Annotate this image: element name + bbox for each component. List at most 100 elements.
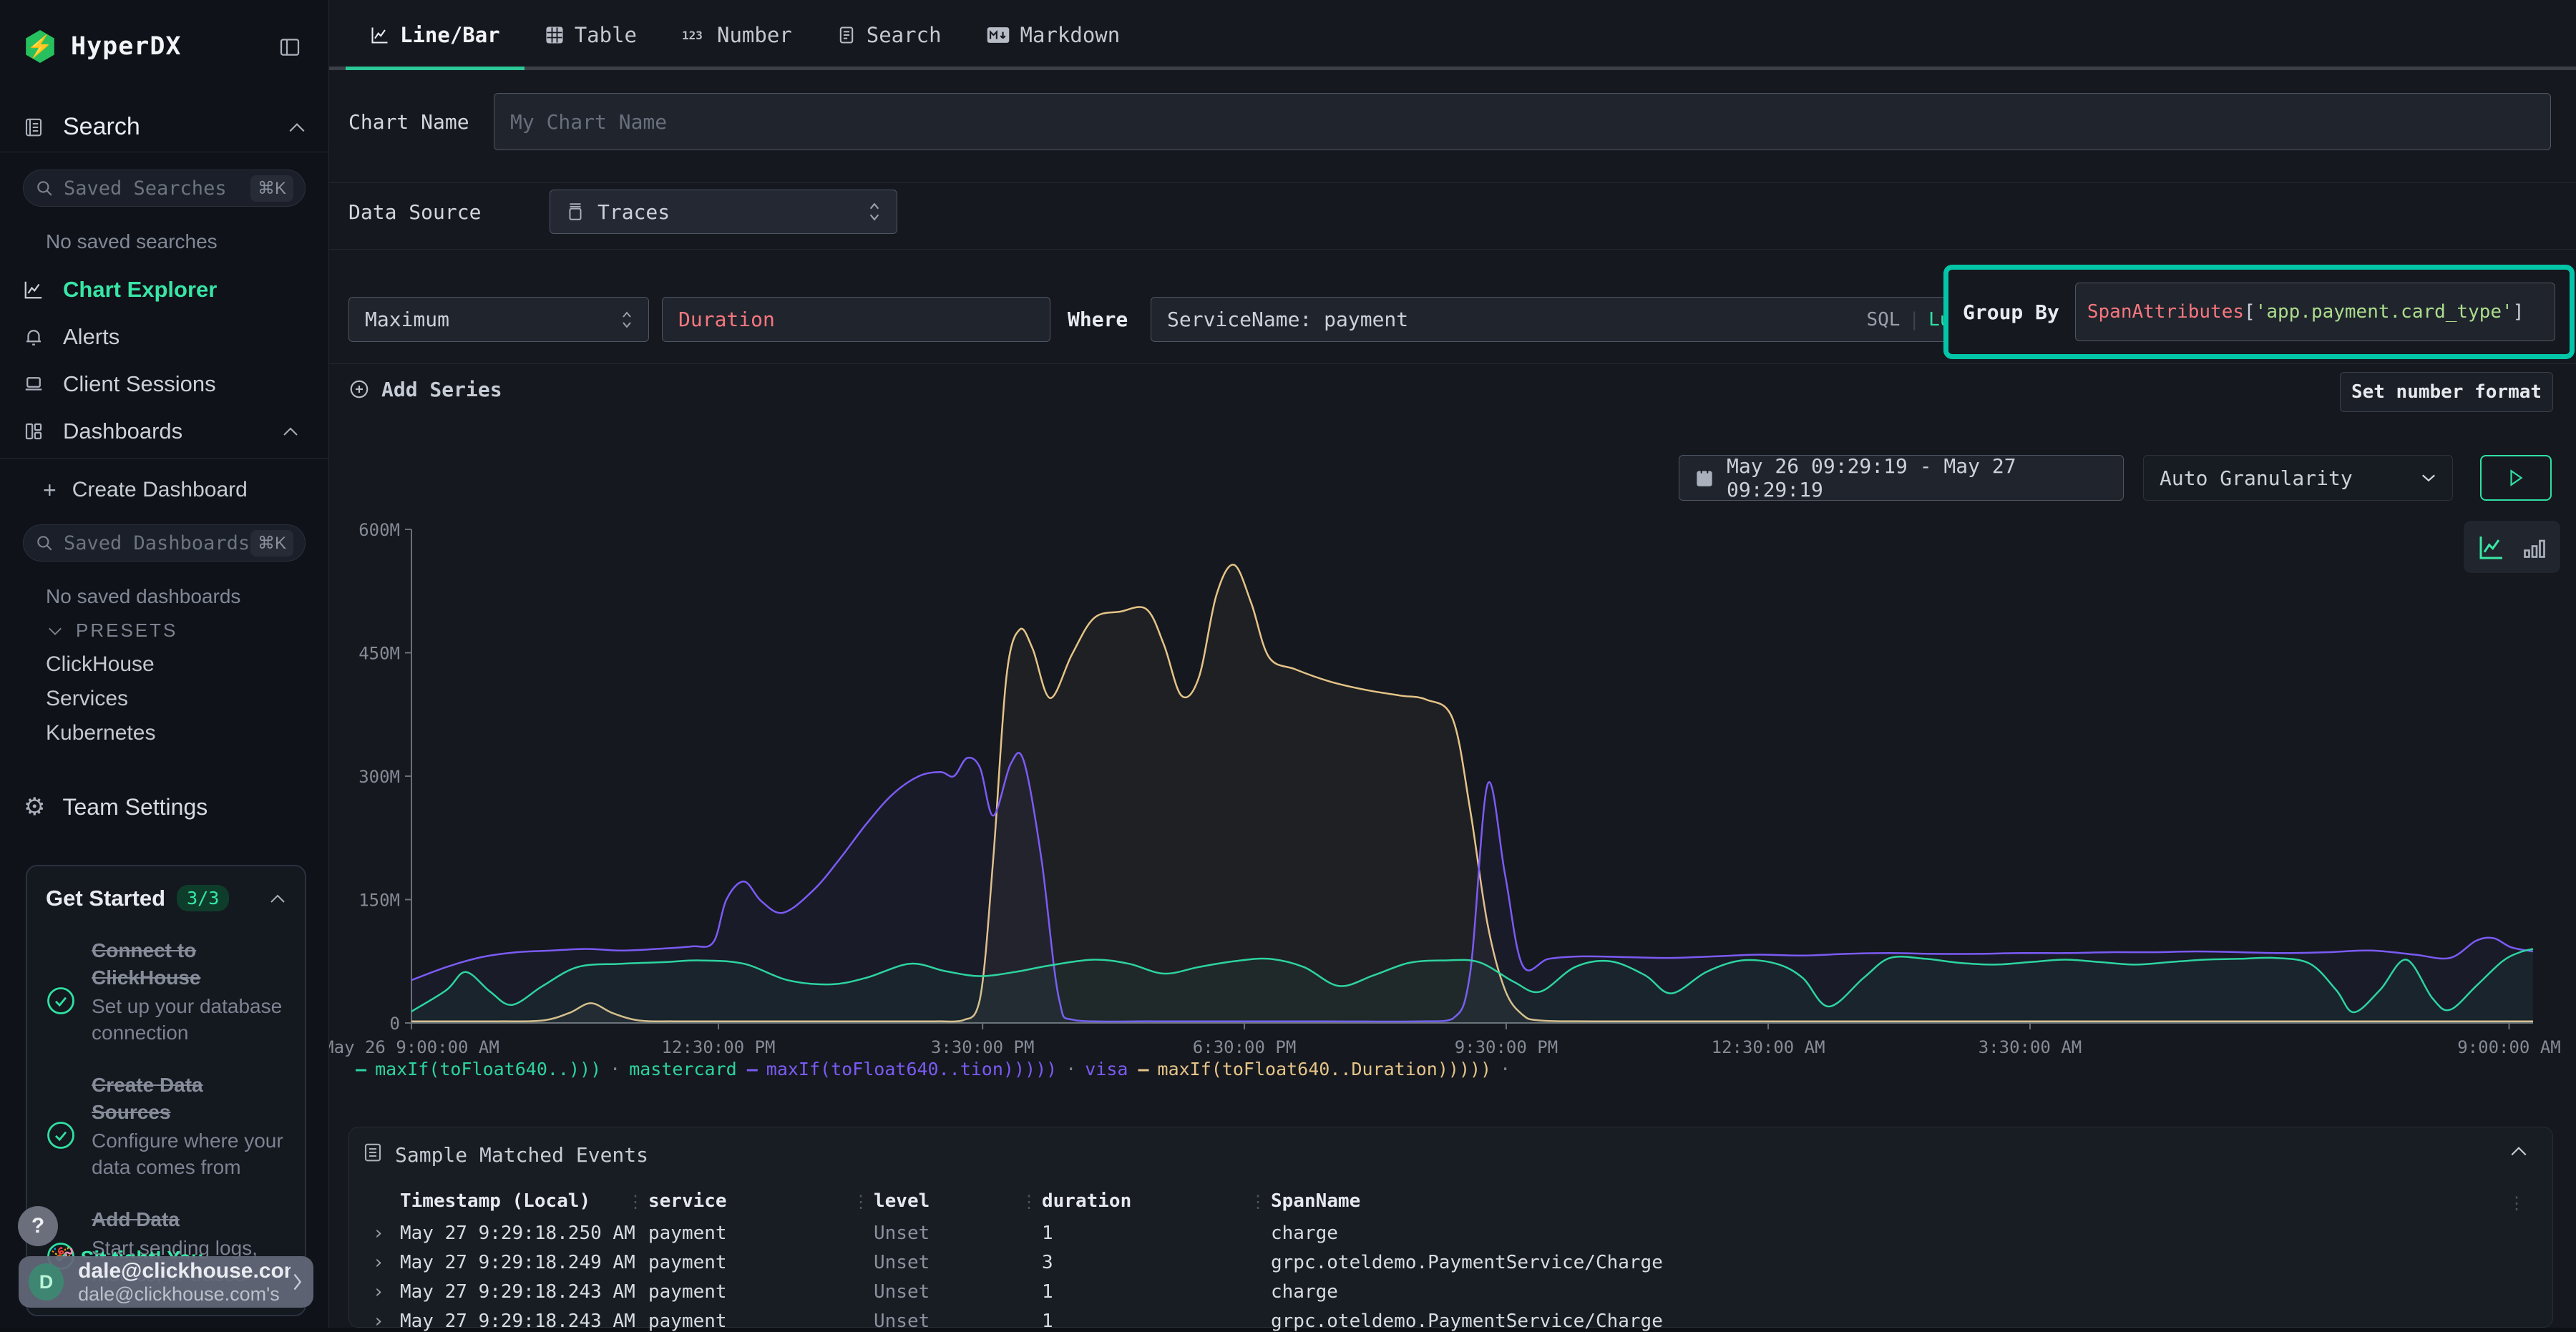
preset-kubernetes[interactable]: Kubernetes — [0, 716, 329, 750]
chart-name-input[interactable] — [494, 93, 2551, 150]
date-range-input[interactable]: May 26 09:29:19 - May 27 09:29:19 — [1679, 455, 2124, 501]
sidebar-item-alerts[interactable]: Alerts — [0, 313, 329, 361]
one23-icon: 123 — [681, 27, 707, 43]
aggregation-value: Maximum — [365, 308, 449, 331]
svg-text:9:30:00 PM: 9:30:00 PM — [1455, 1037, 1558, 1057]
get-started-item[interactable]: Create Data Sources Configure where your… — [46, 1072, 286, 1180]
saved-dashboards-placeholder: Saved Dashboards — [64, 532, 250, 554]
legend-swatch: — — [356, 1059, 366, 1079]
get-started-item[interactable]: Connect to ClickHouse Set up your databa… — [46, 937, 286, 1046]
sidebar-item-dashboards[interactable]: Dashboards — [0, 408, 329, 455]
column-header-timestamp-local-[interactable]: Timestamp (Local) — [400, 1190, 590, 1212]
event-cell[interactable]: Unset — [874, 1281, 930, 1303]
preset-services[interactable]: Services — [0, 682, 329, 716]
add-series-button[interactable]: Add Series — [348, 373, 502, 405]
column-resize-handle[interactable]: ⋮ — [852, 1192, 868, 1213]
row-expand-icon[interactable]: › — [373, 1311, 384, 1332]
column-header-service[interactable]: service — [648, 1190, 727, 1212]
presets-header[interactable]: PRESETS — [47, 620, 177, 642]
event-cell[interactable]: Unset — [874, 1252, 930, 1273]
shortcut-badge: ⌘K — [250, 530, 293, 557]
event-cell[interactable]: grpc.oteldemo.PaymentService/Charge — [1271, 1252, 1663, 1273]
chevron-up-icon[interactable] — [288, 121, 306, 134]
row-expand-icon[interactable]: › — [373, 1281, 384, 1303]
granularity-value: Auto Granularity — [2160, 466, 2353, 490]
create-dashboard-button[interactable]: + Create Dashboard — [43, 474, 248, 506]
legend-item[interactable]: —maxIf(toFloat640..)))·mastercard — [356, 1059, 737, 1079]
event-cell[interactable]: May 27 9:29:18.243 AM — [400, 1281, 635, 1303]
event-cell[interactable]: grpc.oteldemo.PaymentService/Charge — [1271, 1311, 1663, 1332]
search-section-label: Search — [63, 113, 140, 141]
field-input[interactable]: Duration — [662, 297, 1050, 342]
legend-item[interactable]: —maxIf(toFloat640..Duration)))))· — [1138, 1059, 1511, 1079]
sidebar-item-chart-explorer[interactable]: Chart Explorer — [0, 266, 329, 313]
tab-search[interactable]: Search — [836, 23, 942, 47]
doc-icon — [836, 25, 857, 45]
event-cell[interactable]: May 27 9:29:18.249 AM — [400, 1252, 635, 1273]
saved-searches-input[interactable]: Saved Searches ⌘K — [23, 170, 306, 207]
aggregation-select[interactable]: Maximum — [348, 297, 649, 342]
set-number-format-button[interactable]: Set number format — [2340, 372, 2553, 412]
event-cell[interactable]: payment — [648, 1223, 727, 1244]
data-source-select[interactable]: Traces — [550, 190, 897, 234]
svg-text:6:30:00 PM: 6:30:00 PM — [1193, 1037, 1297, 1057]
group-by-input[interactable]: SpanAttributes['app.payment.card_type'] — [2075, 283, 2555, 341]
event-cell[interactable]: May 27 9:29:18.243 AM — [400, 1311, 635, 1332]
column-header-duration[interactable]: duration — [1042, 1190, 1131, 1212]
table-menu-icon[interactable]: ⋮ — [2508, 1193, 2524, 1214]
granularity-select[interactable]: Auto Granularity — [2143, 455, 2453, 501]
tab-label: Search — [867, 23, 942, 47]
row-expand-icon[interactable]: › — [373, 1252, 384, 1273]
timeseries-chart[interactable]: 0150M300M450M600MMay 26 9:00:00 AM12:30:… — [315, 512, 2562, 1070]
help-button[interactable]: ? — [18, 1206, 58, 1246]
user-menu[interactable]: D dale@clickhouse.com dale@clickhouse.co… — [19, 1256, 313, 1308]
tab-label: Number — [717, 23, 792, 47]
column-header-spanname[interactable]: SpanName — [1271, 1190, 1360, 1212]
event-cell[interactable]: 1 — [1042, 1281, 1053, 1303]
bracket-open: [ — [2244, 301, 2255, 323]
event-cell[interactable]: Unset — [874, 1311, 930, 1332]
event-cell[interactable]: payment — [648, 1311, 727, 1332]
chart-line-icon — [370, 25, 390, 45]
legend-item[interactable]: —maxIf(toFloat640..tion)))))·visa — [747, 1059, 1128, 1079]
event-cell[interactable]: 1 — [1042, 1223, 1053, 1244]
plus-circle-icon — [348, 378, 370, 400]
tab-markdown[interactable]: Markdown — [986, 23, 1121, 47]
event-cell[interactable]: 1 — [1042, 1311, 1053, 1332]
row-expand-icon[interactable]: › — [373, 1223, 384, 1244]
collapse-panel-icon[interactable] — [2509, 1145, 2528, 1157]
event-cell[interactable]: charge — [1271, 1223, 1338, 1244]
where-input[interactable]: ServiceName: payment SQL | Lucene — [1151, 297, 2012, 342]
tab-number[interactable]: 123 Number — [681, 23, 792, 47]
team-settings-button[interactable]: ⚙ Team Settings — [24, 787, 208, 827]
preset-clickhouse[interactable]: ClickHouse — [0, 647, 329, 682]
date-range-value: May 26 09:29:19 - May 27 09:29:19 — [1727, 454, 2107, 501]
chevron-up-icon[interactable] — [269, 893, 286, 904]
column-header-level[interactable]: level — [874, 1190, 930, 1212]
app-root: ⚡ HyperDX Search Saved Searches ⌘K No sa… — [0, 0, 2576, 1328]
sidebar-item-label: Alerts — [63, 324, 119, 350]
sql-toggle[interactable]: SQL — [1866, 309, 1900, 330]
sidebar-item-client-sessions[interactable]: Client Sessions — [0, 361, 329, 408]
event-cell[interactable]: May 27 9:29:18.250 AM — [400, 1223, 635, 1244]
check-circle-icon — [46, 956, 76, 1046]
legend-series-label: maxIf(toFloat640..Duration))))) — [1158, 1059, 1492, 1079]
set-number-format-label: Set number format — [2351, 381, 2542, 403]
tab-line-bar[interactable]: Line/Bar — [370, 23, 500, 47]
event-cell[interactable]: charge — [1271, 1281, 1338, 1303]
column-resize-handle[interactable]: ⋮ — [1249, 1192, 1265, 1213]
run-query-button[interactable] — [2480, 455, 2552, 501]
column-resize-handle[interactable]: ⋮ — [627, 1192, 643, 1213]
saved-dashboards-input[interactable]: Saved Dashboards ⌘K — [23, 524, 306, 562]
column-resize-handle[interactable]: ⋮ — [1020, 1192, 1036, 1213]
collapse-sidebar-icon[interactable] — [278, 36, 302, 59]
event-cell[interactable]: 3 — [1042, 1252, 1053, 1273]
event-cell[interactable]: Unset — [874, 1223, 930, 1244]
updown-chevron-icon — [621, 310, 633, 329]
chevron-up-icon — [282, 426, 299, 437]
svg-text:12:30:00 PM: 12:30:00 PM — [662, 1037, 776, 1057]
event-cell[interactable]: payment — [648, 1281, 727, 1303]
event-cell[interactable]: payment — [648, 1252, 727, 1273]
sidebar-section-search[interactable]: Search — [23, 113, 306, 141]
tab-table[interactable]: Table — [545, 23, 637, 47]
